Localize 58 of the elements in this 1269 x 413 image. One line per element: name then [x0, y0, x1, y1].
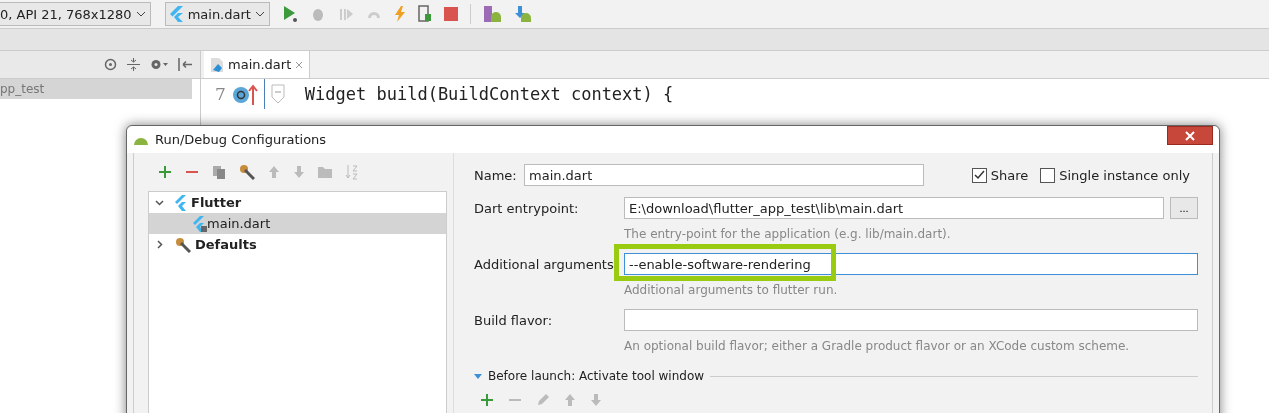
gear-icon[interactable] — [150, 58, 168, 71]
close-button[interactable] — [1167, 126, 1213, 145]
tree-item[interactable]: main.dart — [149, 213, 446, 234]
dialog-title: Run/Debug Configurations — [155, 132, 327, 147]
add-icon[interactable] — [158, 165, 172, 179]
chevron-down-icon — [135, 11, 146, 17]
hide-panel-icon[interactable] — [178, 58, 192, 71]
tree-item[interactable]: Defaults — [149, 234, 446, 255]
up-arrow-icon[interactable] — [564, 393, 576, 407]
phone-icon[interactable] — [417, 5, 432, 23]
tree-item[interactable]: Flutter — [149, 192, 446, 213]
collapse-icon[interactable] — [127, 58, 140, 71]
field-hint: An optional build flavor; either a Gradle product flavor or an XCode custom scheme. — [623, 338, 1131, 355]
field-label: Name: — [474, 167, 518, 183]
lightning-icon[interactable] — [393, 6, 406, 22]
input-field[interactable]: --enable-software-rendering — [624, 253, 1198, 275]
flutter-icon — [193, 215, 207, 232]
field-label: Additional arguments — [474, 256, 615, 272]
close-icon[interactable] — [295, 60, 304, 69]
add-icon[interactable] — [480, 393, 494, 407]
single-instance-checkbox[interactable] — [1040, 167, 1056, 183]
field-hint: The entry-point for the application (e.g. lib/main.dart). — [623, 226, 952, 243]
input-field[interactable]: E:\download\flutter_app_test\lib\main.dart — [624, 197, 1164, 219]
field-label: Build flavor: — [474, 312, 554, 328]
share-checkbox[interactable] — [971, 167, 987, 183]
run-icon[interactable] — [281, 5, 298, 23]
chevron-down-icon — [254, 11, 265, 17]
wrench-icon[interactable] — [239, 164, 255, 180]
fold-marker-icon[interactable] — [270, 84, 285, 104]
close-icon — [1185, 130, 1195, 141]
section-title: Before launch: Activate tool window — [488, 369, 705, 383]
edit-icon[interactable] — [536, 393, 550, 407]
checkbox-label: Single instance only — [1059, 167, 1190, 183]
override-marker-icon[interactable] — [231, 83, 258, 105]
editor-tab[interactable]: main.dart — [204, 51, 311, 78]
wrench-icon — [175, 236, 191, 253]
checkbox-label: Share — [990, 167, 1029, 183]
down-arrow-icon[interactable] — [293, 165, 305, 179]
name-field[interactable]: main.dart — [524, 164, 924, 186]
line-number: 7 — [215, 84, 226, 104]
code-line: Widget build(BuildContext context) { — [304, 84, 674, 104]
sort-icon[interactable] — [345, 164, 359, 180]
input-field[interactable] — [624, 309, 1198, 331]
field-hint: Additional arguments to flutter run. — [623, 282, 839, 299]
run-config-selector[interactable]: main.dart — [164, 2, 270, 26]
device-selector[interactable]: 0, API 21, 768x1280 — [0, 2, 151, 26]
flutter-icon — [175, 194, 187, 211]
dart-file-icon — [210, 56, 224, 73]
field-label: Dart entrypoint: — [474, 200, 580, 216]
copy-icon[interactable] — [212, 165, 226, 179]
expand-arrow-icon[interactable] — [474, 372, 482, 380]
locate-icon[interactable] — [104, 58, 117, 71]
flutter-icon — [169, 6, 184, 22]
stop-icon[interactable] — [443, 7, 458, 21]
down-arrow-icon[interactable] — [590, 393, 602, 407]
up-arrow-icon[interactable] — [268, 165, 280, 179]
browse-button[interactable]: ... — [1170, 197, 1198, 219]
folder-icon[interactable] — [318, 166, 332, 178]
